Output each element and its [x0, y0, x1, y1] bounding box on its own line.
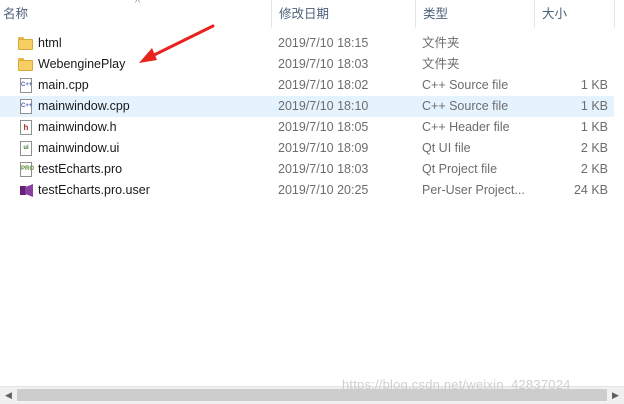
file-type: 文件夹 [422, 57, 460, 71]
column-header-size-label: 大小 [542, 7, 568, 21]
file-name: html [38, 36, 62, 50]
cpp-file-icon: C++ [18, 99, 33, 114]
column-header-type-label: 类型 [423, 7, 449, 21]
column-header-date[interactable]: 修改日期 [271, 0, 415, 28]
file-date: 2019/7/10 18:05 [278, 120, 369, 134]
list-item-html[interactable]: html 2019/7/10 18:15 文件夹 [0, 33, 614, 54]
column-header-spacer [614, 0, 624, 28]
column-header-name[interactable]: 名称 ^ [0, 0, 271, 28]
visual-studio-icon [18, 183, 33, 198]
header-file-icon: h [18, 120, 33, 135]
file-list: html 2019/7/10 18:15 文件夹 WebenginePlay 2… [0, 33, 614, 201]
column-header-bar: 名称 ^ 修改日期 类型 大小 [0, 0, 624, 28]
scroll-left-icon[interactable]: ◀ [0, 387, 17, 404]
column-header-date-label: 修改日期 [279, 7, 330, 21]
folder-icon [18, 36, 33, 51]
file-size: 1 KB [580, 120, 608, 134]
file-name: mainwindow.h [38, 120, 117, 134]
list-item-mainwindow-ui[interactable]: ui mainwindow.ui 2019/7/10 18:09 Qt UI f… [0, 138, 614, 159]
file-name: WebenginePlay [38, 57, 126, 71]
ui-file-icon: ui [18, 141, 33, 156]
scroll-right-icon[interactable]: ▶ [607, 387, 624, 404]
file-size: 1 KB [580, 99, 608, 113]
file-date: 2019/7/10 20:25 [278, 183, 369, 197]
file-size: 24 KB [573, 183, 608, 197]
file-date: 2019/7/10 18:15 [278, 36, 369, 50]
column-header-name-label: 名称 [3, 7, 29, 21]
file-type: C++ Header file [422, 120, 510, 134]
file-name: mainwindow.ui [38, 141, 120, 155]
list-item-webengineplay[interactable]: WebenginePlay 2019/7/10 18:03 文件夹 [0, 54, 614, 75]
column-header-type[interactable]: 类型 [415, 0, 534, 28]
file-size: 1 KB [580, 78, 608, 92]
file-type: C++ Source file [422, 99, 509, 113]
file-size [534, 33, 608, 54]
file-type: 文件夹 [422, 36, 460, 50]
list-item-main-cpp[interactable]: C++ main.cpp 2019/7/10 18:02 C++ Source … [0, 75, 614, 96]
file-name: testEcharts.pro.user [38, 183, 150, 197]
list-item-testecharts-pro-user[interactable]: testEcharts.pro.user 2019/7/10 20:25 Per… [0, 180, 614, 201]
file-type: Qt UI file [422, 141, 471, 155]
file-type: Qt Project file [422, 162, 498, 176]
list-item-mainwindow-h[interactable]: h mainwindow.h 2019/7/10 18:05 C++ Heade… [0, 117, 614, 138]
file-date: 2019/7/10 18:10 [278, 99, 369, 113]
list-item-testecharts-pro[interactable]: PRO testEcharts.pro 2019/7/10 18:03 Qt P… [0, 159, 614, 180]
file-date: 2019/7/10 18:03 [278, 162, 369, 176]
list-item-mainwindow-cpp[interactable]: C++ mainwindow.cpp 2019/7/10 18:10 C++ S… [0, 96, 614, 117]
file-size: 2 KB [580, 162, 608, 176]
file-type: C++ Source file [422, 78, 509, 92]
cpp-file-icon: C++ [18, 78, 33, 93]
file-type: Per-User Project... [422, 183, 525, 197]
watermark: https://blog.csdn.net/weixin_42837024 [342, 377, 571, 392]
file-date: 2019/7/10 18:09 [278, 141, 369, 155]
file-name: testEcharts.pro [38, 162, 123, 176]
column-header-size[interactable]: 大小 [534, 0, 614, 28]
file-name: mainwindow.cpp [38, 99, 130, 113]
file-name: main.cpp [38, 78, 89, 92]
file-size: 2 KB [580, 141, 608, 155]
sort-ascending-icon: ^ [135, 0, 141, 9]
folder-icon [18, 57, 33, 72]
file-date: 2019/7/10 18:03 [278, 57, 369, 71]
pro-file-icon: PRO [18, 162, 34, 177]
file-date: 2019/7/10 18:02 [278, 78, 369, 92]
file-size [534, 54, 608, 75]
